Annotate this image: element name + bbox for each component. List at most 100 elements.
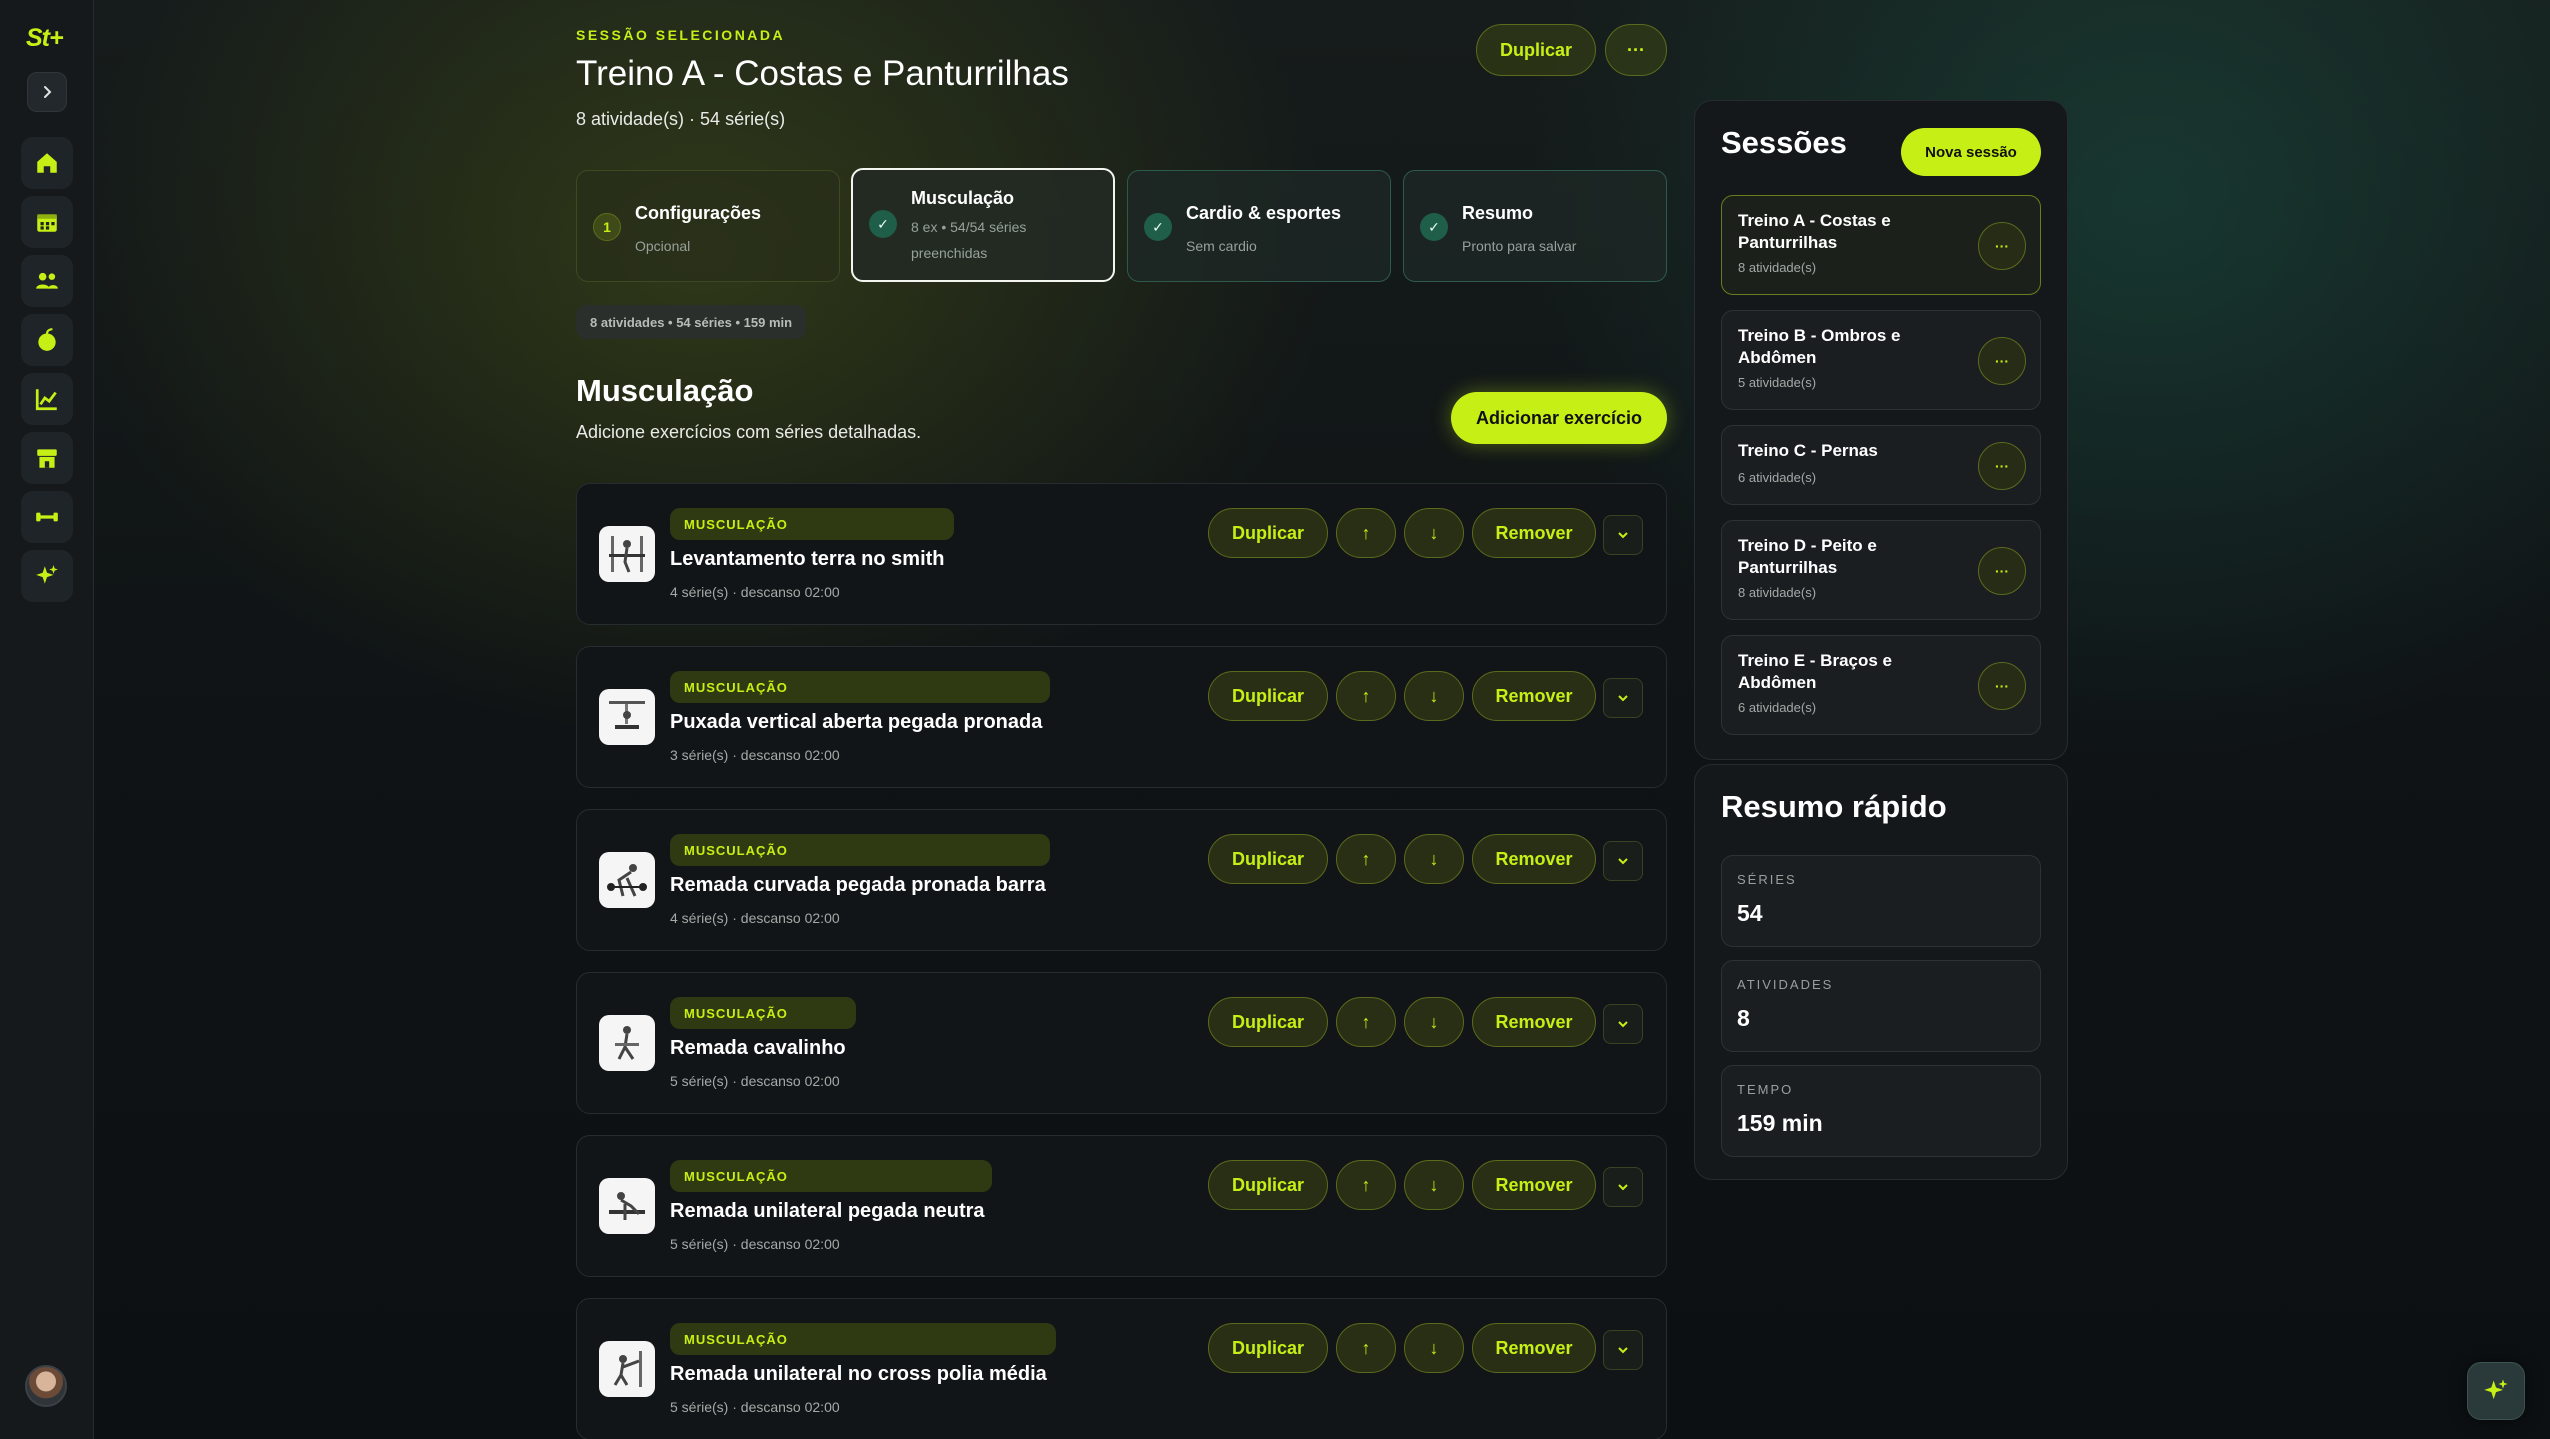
session-name: Treino C - Pernas [1738,441,1878,460]
nav-nutrition[interactable] [21,314,73,366]
expand-exercise-button[interactable] [1603,1330,1643,1370]
duplicate-session-button[interactable]: Duplicar [1476,24,1596,76]
move-up-button[interactable]: ↑ [1336,671,1396,721]
nav-calendar[interactable] [21,196,73,248]
exercise-card[interactable]: MUSCULAÇÃO Remada unilateral no cross po… [576,1298,1667,1439]
section-title: Musculação [576,373,754,408]
wizard-steps: 1 Configurações Opcional ✓ Musculação 8 … [576,168,1667,282]
exercise-tag: MUSCULAÇÃO [670,671,1050,703]
app-logo[interactable]: St+ [26,24,64,53]
nav-users[interactable] [21,255,73,307]
duplicate-exercise-button[interactable]: Duplicar [1208,834,1328,884]
nav-progress[interactable] [21,373,73,425]
exercise-card[interactable]: MUSCULAÇÃO Levantamento terra no smith 4… [576,483,1667,625]
move-up-button[interactable]: ↑ [1336,1323,1396,1373]
calendar-icon [37,214,57,232]
step-title: Configurações [635,203,762,223]
move-down-button[interactable]: ↓ [1404,508,1464,558]
duplicate-exercise-button[interactable]: Duplicar [1208,1323,1328,1373]
move-down-button[interactable]: ↓ [1404,1160,1464,1210]
chevron-down-icon [1618,858,1628,865]
stat-card-time: TEMPO 159 min [1721,1065,2041,1157]
session-more-button[interactable]: ··· [1605,24,1667,76]
move-down-button[interactable]: ↓ [1404,997,1464,1047]
remove-exercise-button[interactable]: Remover [1472,671,1596,721]
duplicate-exercise-button[interactable]: Duplicar [1208,508,1328,558]
session-more-button[interactable]: ··· [1978,547,2026,595]
exercise-card[interactable]: MUSCULAÇÃO Remada cavalinho 5 série(s) ·… [576,972,1667,1114]
step-configuracoes[interactable]: 1 Configurações Opcional [576,170,840,282]
expand-exercise-button[interactable] [1603,678,1643,718]
section-eyebrow: SESSÃO SELECIONADA [576,27,786,43]
session-more-button[interactable]: ··· [1978,337,2026,385]
chevron-down-icon [1618,1184,1628,1191]
sparkles-icon [2484,1379,2508,1400]
exercise-image [599,1341,655,1397]
step-musculacao[interactable]: ✓ Musculação 8 ex • 54/54 séries preench… [851,168,1115,282]
remove-exercise-button[interactable]: Remover [1472,1160,1596,1210]
exercise-card[interactable]: MUSCULAÇÃO Puxada vertical aberta pegada… [576,646,1667,788]
nav-home[interactable] [21,137,73,189]
exercise-card[interactable]: MUSCULAÇÃO Remada unilateral pegada neut… [576,1135,1667,1277]
move-up-button[interactable]: ↑ [1336,1160,1396,1210]
ai-assistant-button[interactable] [2467,1362,2525,1420]
session-more-button[interactable]: ··· [1978,442,2026,490]
duplicate-exercise-button[interactable]: Duplicar [1208,997,1328,1047]
session-item[interactable]: Treino C - Pernas 6 atividade(s) ··· [1721,425,2041,505]
chevron-down-icon [1618,1021,1628,1028]
step-cardio[interactable]: ✓ Cardio & esportes Sem cardio [1127,170,1391,282]
move-up-button[interactable]: ↑ [1336,997,1396,1047]
nav-store[interactable] [21,432,73,484]
session-item[interactable]: Treino E - Braços e Abdômen 6 atividade(… [1721,635,2041,735]
add-exercise-button[interactable]: Adicionar exercício [1451,392,1667,444]
exercise-tag: MUSCULAÇÃO [670,1160,992,1192]
remove-exercise-button[interactable]: Remover [1472,997,1596,1047]
session-name: Treino D - Peito e Panturrilhas [1738,536,1877,577]
user-avatar[interactable] [25,1365,67,1407]
session-count: 8 atividade(s) [1738,260,1817,275]
expand-exercise-button[interactable] [1603,1004,1643,1044]
exercise-tag: MUSCULAÇÃO [670,834,1050,866]
nav-workouts[interactable] [21,491,73,543]
step-description: Sem cardio [1186,238,1257,254]
move-down-button[interactable]: ↓ [1404,834,1464,884]
session-item[interactable]: Treino D - Peito e Panturrilhas 8 ativid… [1721,520,2041,620]
move-up-button[interactable]: ↑ [1336,834,1396,884]
move-down-button[interactable]: ↓ [1404,671,1464,721]
duplicate-exercise-button[interactable]: Duplicar [1208,671,1328,721]
check-icon: ✓ [869,210,897,238]
quick-summary-panel: Resumo rápido SÉRIES 54 ATIVIDADES 8 TEM… [1694,764,2068,1180]
exercise-name: Puxada vertical aberta pegada pronada [670,711,1043,733]
remove-exercise-button[interactable]: Remover [1472,834,1596,884]
move-down-button[interactable]: ↓ [1404,1323,1464,1373]
exercise-image [599,526,655,582]
session-more-button[interactable]: ··· [1978,662,2026,710]
duplicate-exercise-button[interactable]: Duplicar [1208,1160,1328,1210]
session-more-button[interactable]: ··· [1978,222,2026,270]
session-item[interactable]: Treino A - Costas e Panturrilhas 8 ativi… [1721,195,2041,295]
summary-pill: 8 atividades • 54 séries • 159 min [576,305,807,339]
exercise-image [599,1178,655,1234]
remove-exercise-button[interactable]: Remover [1472,508,1596,558]
stat-card-series: SÉRIES 54 [1721,855,2041,947]
expand-exercise-button[interactable] [1603,841,1643,881]
stat-card-activities: ATIVIDADES 8 [1721,960,2041,1052]
session-item[interactable]: Treino B - Ombros e Abdômen 5 atividade(… [1721,310,2041,410]
expand-exercise-button[interactable] [1603,515,1643,555]
exercise-card[interactable]: MUSCULAÇÃO Remada curvada pegada pronada… [576,809,1667,951]
sessions-title: Sessões [1721,125,1847,160]
remove-exercise-button[interactable]: Remover [1472,1323,1596,1373]
stat-label: SÉRIES [1737,872,1797,887]
nav-ai[interactable] [21,550,73,602]
new-session-button[interactable]: Nova sessão [1901,128,2041,176]
expand-sidebar-button[interactable] [27,72,67,112]
move-up-button[interactable]: ↑ [1336,508,1396,558]
dumbbell-icon [36,512,58,522]
expand-exercise-button[interactable] [1603,1167,1643,1207]
users-icon [36,272,58,289]
home-icon [37,153,57,173]
step-resumo[interactable]: ✓ Resumo Pronto para salvar [1403,170,1667,282]
section-subtitle: Adicione exercícios com séries detalhada… [576,422,922,442]
apple-icon [38,328,56,351]
exercise-image [599,852,655,908]
